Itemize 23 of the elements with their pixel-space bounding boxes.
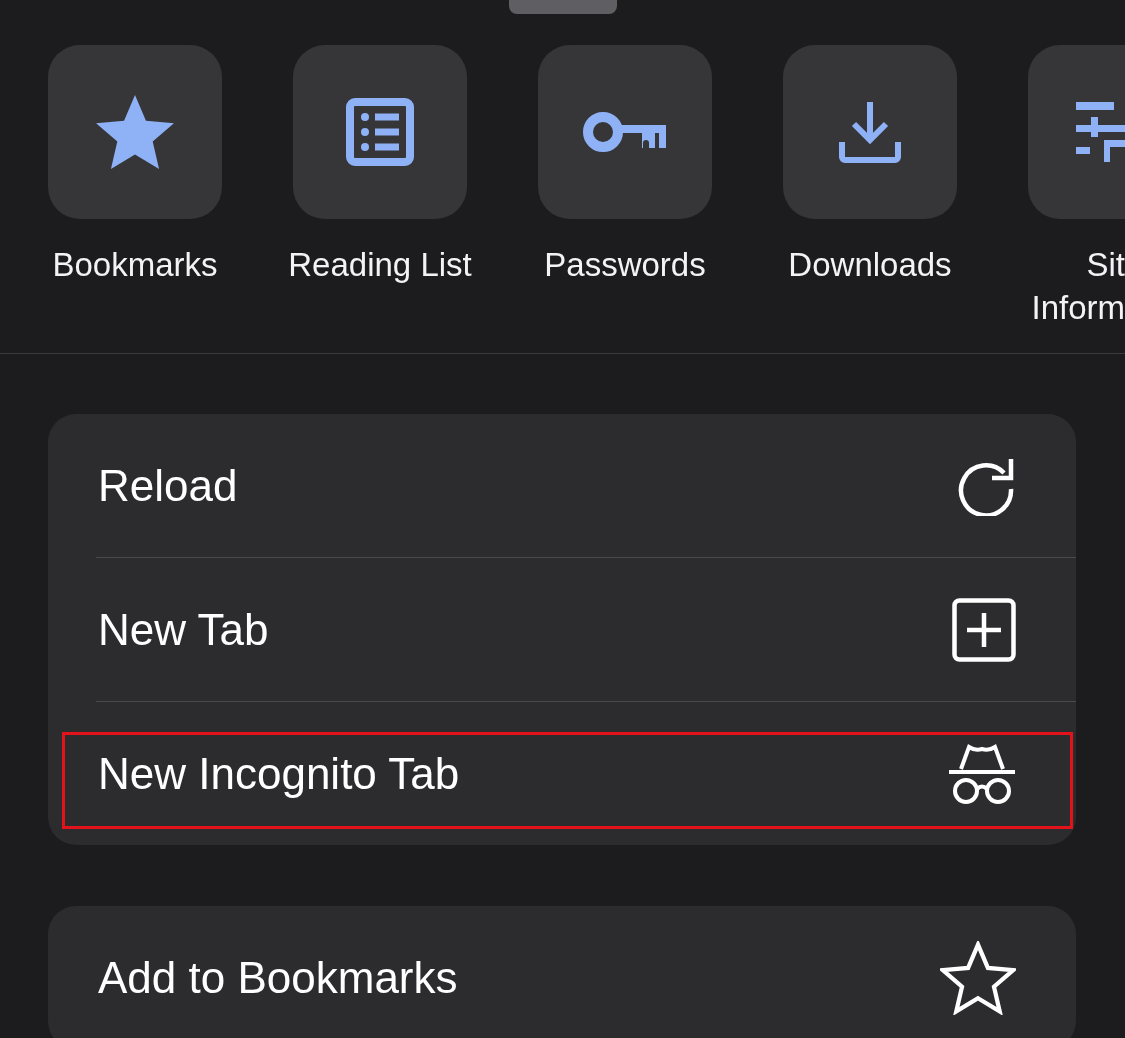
shortcut-tile[interactable] <box>293 45 467 219</box>
menu-item[interactable]: New Tab <box>48 558 1076 701</box>
shortcut-label: Passwords <box>544 245 706 285</box>
shortcut-label: Reading List <box>288 245 472 285</box>
menu-item[interactable]: New Incognito Tab <box>48 702 1076 845</box>
shortcut-tile[interactable] <box>48 45 222 219</box>
star-icon <box>96 95 174 169</box>
incognito-icon <box>948 742 1016 805</box>
shortcut-label: Bookmarks <box>52 245 218 285</box>
sliders-icon <box>1076 101 1125 163</box>
shortcut-tile[interactable] <box>1028 45 1125 219</box>
shortcut-label: Sit Inform <box>1030 245 1125 328</box>
shortcut-label: Downloads <box>788 245 952 285</box>
shortcut-tile[interactable] <box>783 45 957 219</box>
shortcut-tile[interactable] <box>538 45 712 219</box>
star-icon <box>940 940 1016 1015</box>
grabber-handle[interactable] <box>508 0 617 14</box>
menu-item[interactable]: Reload <box>48 414 1076 557</box>
key-icon <box>583 110 667 154</box>
plus-square-icon <box>952 597 1016 662</box>
list-icon <box>346 98 414 166</box>
download-icon <box>839 101 901 163</box>
menu-item[interactable]: Add to Bookmarks <box>48 906 1076 1038</box>
